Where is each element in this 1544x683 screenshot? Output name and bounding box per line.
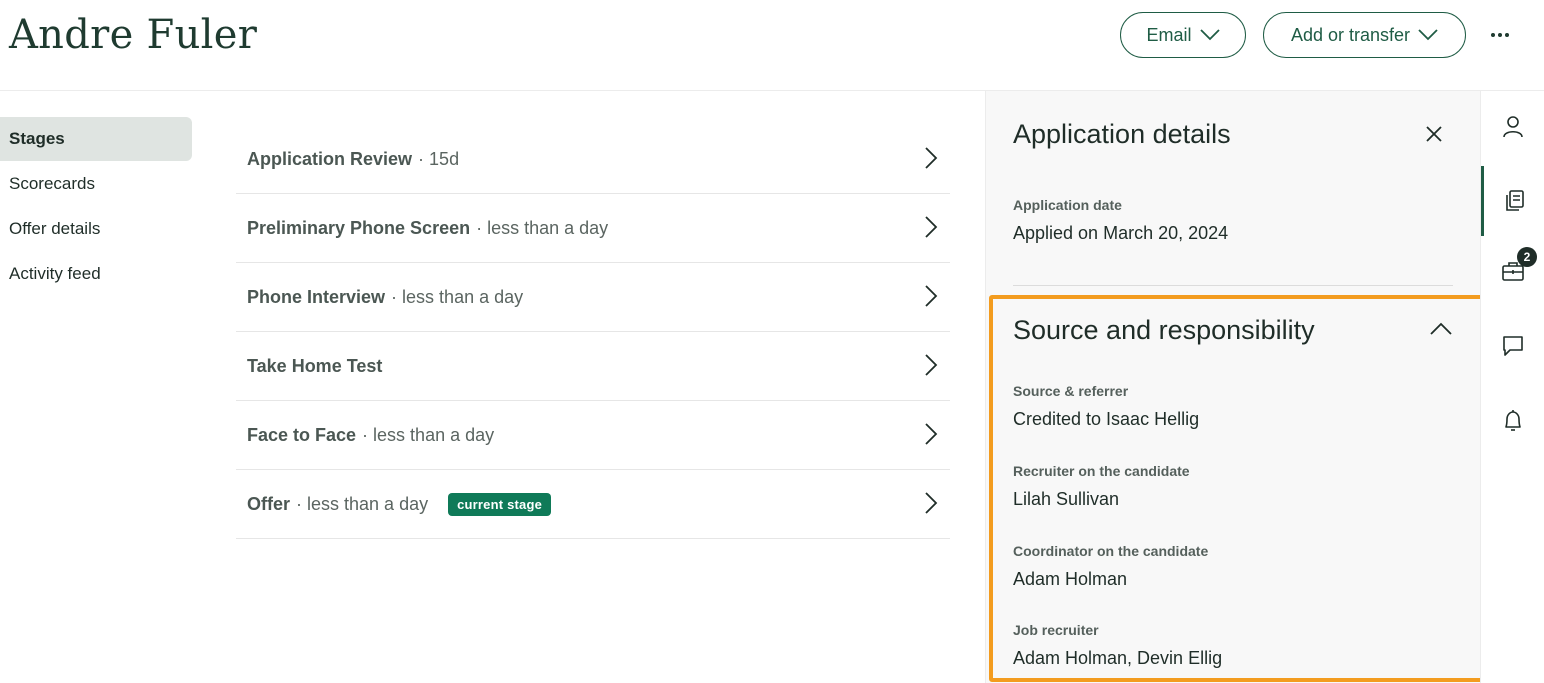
application-date-label: Application date [1013, 197, 1122, 213]
chat-icon [1503, 336, 1523, 356]
rail-item-documents[interactable] [1481, 166, 1544, 236]
email-button[interactable]: Email [1120, 12, 1246, 58]
chevron-right-icon [925, 423, 938, 445]
chevron-down-icon [1199, 29, 1220, 41]
nav-item-activity-feed[interactable]: Activity feed [0, 252, 192, 296]
more-options-icon[interactable] [1488, 25, 1512, 45]
nav-item-offer-details[interactable]: Offer details [0, 207, 192, 251]
stage-row[interactable]: Offer · less than a day current stage [236, 470, 950, 539]
field-label: Recruiter on the candidate [1013, 463, 1190, 479]
rail-item-profile[interactable] [1481, 91, 1544, 161]
chevron-up-icon[interactable] [1430, 321, 1452, 335]
add-or-transfer-button[interactable]: Add or transfer [1263, 12, 1466, 58]
current-stage-badge: current stage [448, 492, 552, 516]
nav-item-scorecards[interactable]: Scorecards [0, 162, 192, 206]
field-value: Adam Holman [1013, 569, 1128, 589]
close-icon[interactable] [1426, 126, 1442, 142]
stages-list: Application Review · 15d Preliminary Pho… [236, 125, 950, 539]
stage-row[interactable]: Preliminary Phone Screen · less than a d… [236, 194, 950, 263]
section-title: Source and responsibility [1013, 315, 1315, 345]
stage-row[interactable]: Face to Face · less than a day [236, 401, 950, 470]
stage-duration: · 15d [418, 148, 460, 169]
rail-item-messages[interactable] [1481, 311, 1544, 381]
stage-name: Application Review [247, 148, 413, 169]
documents-icon [1505, 190, 1524, 211]
rail-item-jobs[interactable]: 2 [1481, 236, 1544, 306]
rail-item-notifications[interactable] [1481, 386, 1544, 456]
stage-duration: · less than a day [476, 217, 609, 238]
field-value: Credited to Isaac Hellig [1013, 409, 1200, 429]
field-label: Source & referrer [1013, 383, 1129, 399]
chevron-right-icon [925, 147, 938, 169]
stage-name: Phone Interview [247, 286, 386, 307]
stage-name: Preliminary Phone Screen [247, 217, 471, 238]
stage-row[interactable]: Phone Interview · less than a day [236, 263, 950, 332]
chevron-right-icon [925, 354, 938, 376]
icon-rail: 2 [1480, 91, 1544, 683]
nav-item-stages[interactable]: Stages [0, 117, 192, 161]
stage-name: Offer [247, 493, 291, 514]
field-value: Adam Holman, Devin Ellig [1013, 648, 1223, 668]
candidate-name: Andre Fuler [9, 12, 258, 58]
stage-duration: · less than a day [362, 424, 495, 445]
bell-icon [1505, 410, 1521, 431]
chevron-right-icon [925, 285, 938, 307]
field-value: Lilah Sullivan [1013, 489, 1120, 509]
page-header: Andre Fuler Email Add or transfer [0, 0, 1544, 91]
stage-duration: · less than a day [296, 493, 429, 514]
stage-row[interactable]: Application Review · 15d [236, 125, 950, 194]
application-details-panel: Application details Application date App… [985, 91, 1480, 683]
field-label: Job recruiter [1013, 622, 1099, 638]
notification-badge: 2 [1517, 247, 1537, 267]
chevron-right-icon [925, 216, 938, 238]
application-date-value: Applied on March 20, 2024 [1013, 223, 1229, 243]
divider [1013, 285, 1453, 286]
person-icon [1503, 116, 1523, 138]
stage-row[interactable]: Take Home Test [236, 332, 950, 401]
stage-name: Face to Face [247, 424, 357, 445]
email-button-label: Email [1146, 24, 1192, 45]
add-or-transfer-label: Add or transfer [1290, 24, 1411, 45]
chevron-down-icon [1418, 29, 1438, 41]
chevron-right-icon [925, 492, 938, 514]
stage-name: Take Home Test [247, 355, 383, 376]
stage-duration: · less than a day [391, 286, 524, 307]
panel-title: Application details [1013, 119, 1231, 149]
section-nav: Stages Scorecards Offer details Activity… [0, 117, 192, 297]
field-label: Coordinator on the candidate [1013, 543, 1209, 559]
